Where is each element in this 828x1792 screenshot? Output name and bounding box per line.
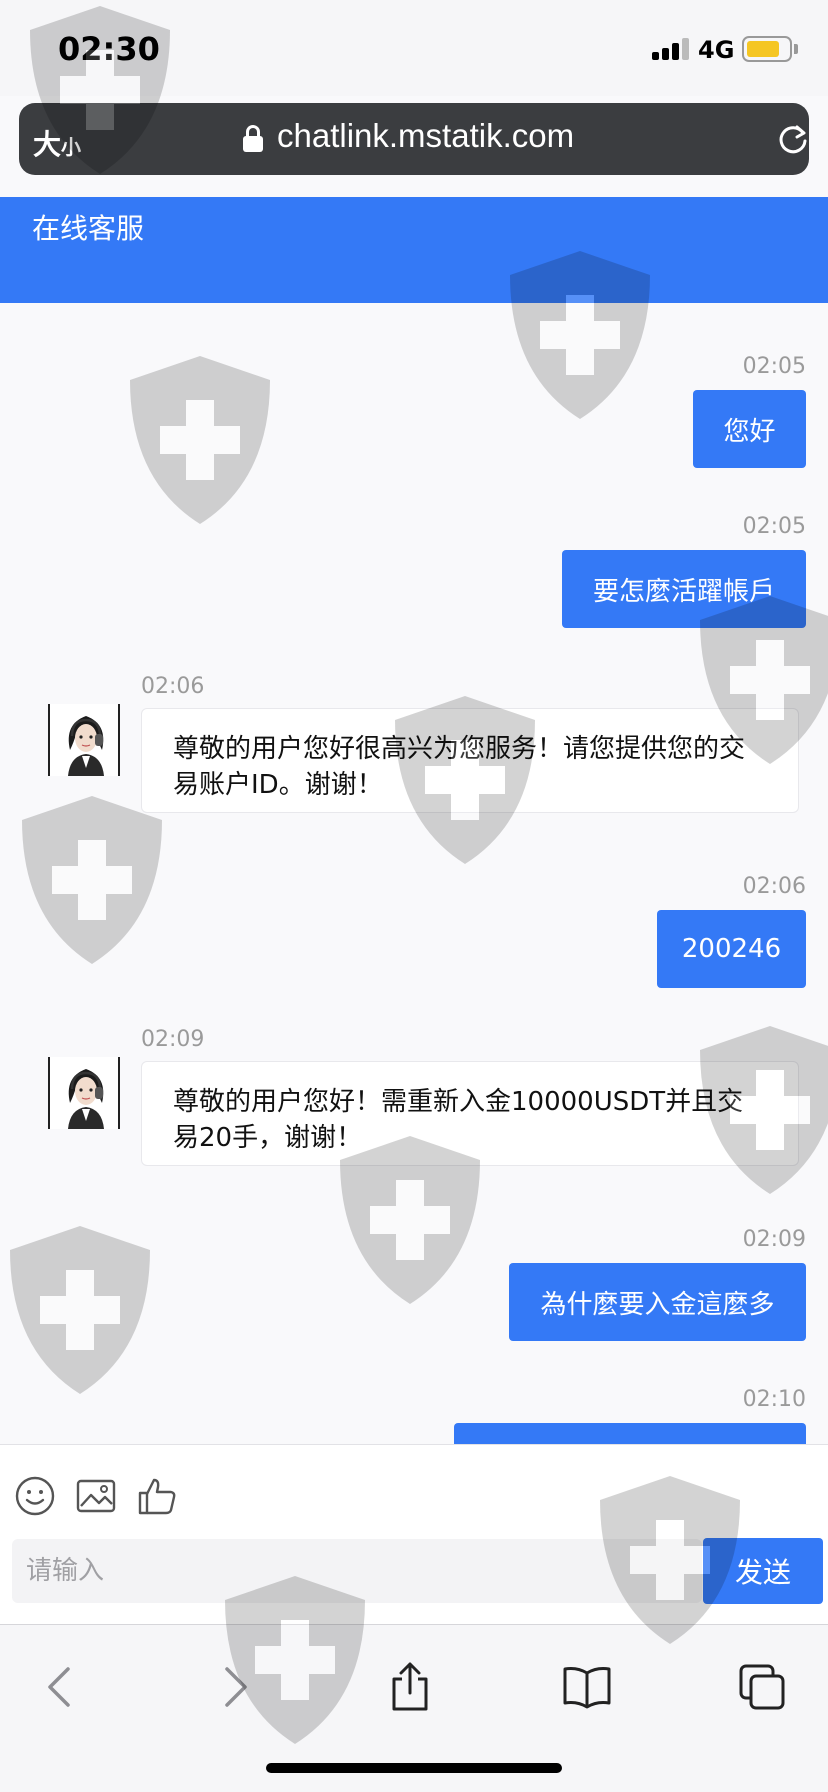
message-bubble-outgoing[interactable]: 為什麼要入金這麼多 — [509, 1263, 806, 1341]
bookmarks-icon — [563, 1667, 611, 1709]
home-indicator — [266, 1763, 562, 1773]
chat-header: 在线客服 — [0, 197, 828, 303]
url-text[interactable]: chatlink.mstatik.com — [277, 117, 574, 155]
message-list[interactable]: 02:05 您好 02:05 要怎麼活躍帳戶 02:06 尊敬的用户您好很高兴为… — [0, 303, 828, 1444]
forward-icon — [225, 1667, 247, 1707]
text-size-button[interactable]: 大小 — [33, 123, 89, 161]
forward-button[interactable] — [204, 1655, 268, 1719]
message-time: 02:05 — [742, 354, 806, 379]
message-time: 02:06 — [141, 674, 205, 699]
message-bubble-outgoing[interactable]: 要怎麼活躍帳戶 — [562, 550, 806, 628]
signal-icon — [652, 38, 690, 60]
message-time: 02:09 — [742, 1227, 806, 1252]
message-time: 02:05 — [742, 514, 806, 539]
lock-icon — [243, 125, 263, 153]
share-icon — [392, 1662, 428, 1711]
tabs-icon — [739, 1664, 785, 1710]
send-button[interactable]: 发送 — [703, 1538, 823, 1604]
image-icon[interactable] — [75, 1475, 117, 1517]
emoji-icon[interactable] — [14, 1475, 56, 1517]
address-bar[interactable]: 大小 chatlink.mstatik.com — [19, 103, 809, 175]
text-size-small: 小 — [61, 135, 82, 159]
message-bubble-incoming[interactable]: 尊敬的用户您好很高兴为您服务！请您提供您的交易账户ID。谢谢！ — [141, 708, 799, 813]
status-bar: 02:30 4G — [0, 0, 828, 96]
chat-title: 在线客服 — [32, 212, 145, 245]
network-label: 4G — [698, 36, 735, 64]
back-icon — [48, 1667, 70, 1707]
status-time: 02:30 — [58, 30, 160, 68]
message-time: 02:10 — [742, 1387, 806, 1412]
bookmarks-button[interactable] — [555, 1655, 619, 1719]
reload-icon[interactable] — [775, 121, 811, 157]
tabs-button[interactable] — [730, 1655, 794, 1719]
message-time: 02:09 — [141, 1027, 205, 1052]
message-time: 02:06 — [742, 874, 806, 899]
agent-avatar — [48, 704, 120, 776]
message-bubble-incoming[interactable]: 尊敬的用户您好！需重新入金10000USDT并且交易20手，谢谢！ — [141, 1061, 799, 1166]
share-button[interactable] — [378, 1655, 442, 1719]
back-button[interactable] — [27, 1655, 91, 1719]
message-input[interactable] — [12, 1539, 702, 1603]
composer: 发送 — [0, 1444, 828, 1624]
text-size-big: 大 — [33, 128, 62, 161]
message-bubble-outgoing[interactable] — [454, 1423, 806, 1444]
agent-avatar — [48, 1057, 120, 1129]
thumbs-up-icon[interactable] — [136, 1475, 178, 1517]
battery-tip — [794, 44, 798, 54]
message-bubble-outgoing[interactable]: 您好 — [693, 390, 806, 468]
message-bubble-outgoing[interactable]: 200246 — [657, 910, 806, 988]
battery-icon — [742, 36, 792, 62]
